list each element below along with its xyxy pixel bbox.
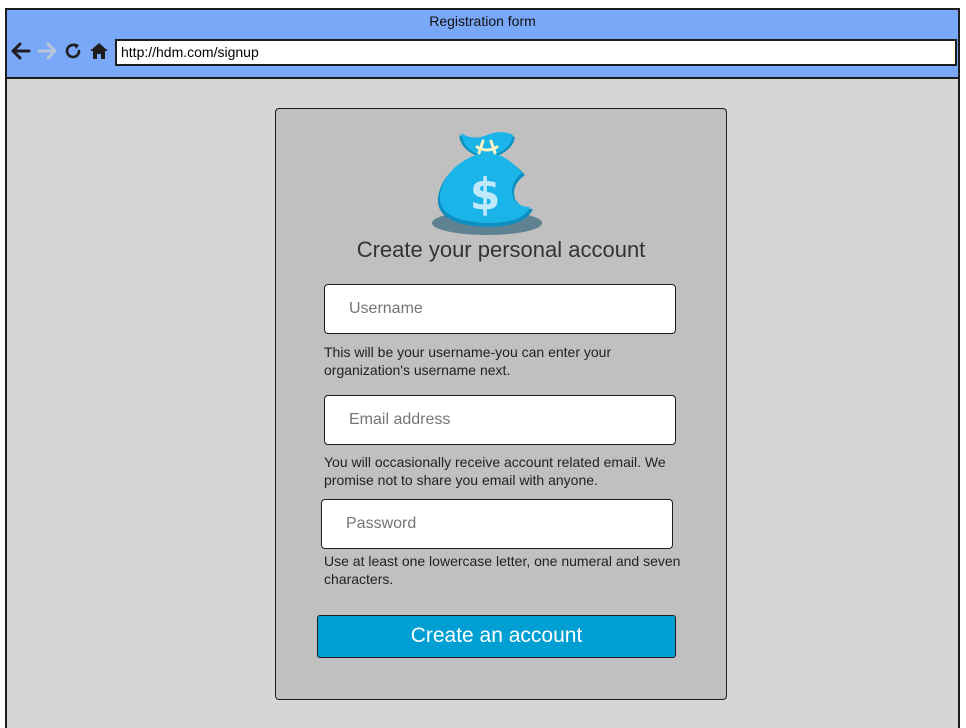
username-input[interactable] xyxy=(324,284,676,334)
browser-window: Registration form http://hdm.com/signup xyxy=(5,8,960,728)
browser-toolbar: Registration form http://hdm.com/signup xyxy=(7,10,958,79)
email-help-text: You will occasionally receive account re… xyxy=(324,454,666,488)
window-title: Registration form xyxy=(429,13,536,29)
back-arrow-icon[interactable] xyxy=(10,40,32,62)
password-help-text: Use at least one lowercase letter, one n… xyxy=(324,553,681,587)
password-input[interactable] xyxy=(321,499,673,549)
email-input[interactable] xyxy=(324,395,676,445)
svg-text:$: $ xyxy=(470,169,501,220)
forward-arrow-icon[interactable] xyxy=(36,40,58,62)
address-bar[interactable]: http://hdm.com/signup xyxy=(115,39,957,66)
username-help-text: This will be your username-you can enter… xyxy=(324,344,612,378)
create-account-button[interactable]: Create an account xyxy=(317,615,676,658)
money-bag-icon: $ xyxy=(429,123,545,239)
reload-icon[interactable] xyxy=(62,40,84,62)
registration-card: $ Create your personal account This will… xyxy=(275,108,727,700)
page-title: Create your personal account xyxy=(356,237,646,262)
home-icon[interactable] xyxy=(88,40,110,62)
